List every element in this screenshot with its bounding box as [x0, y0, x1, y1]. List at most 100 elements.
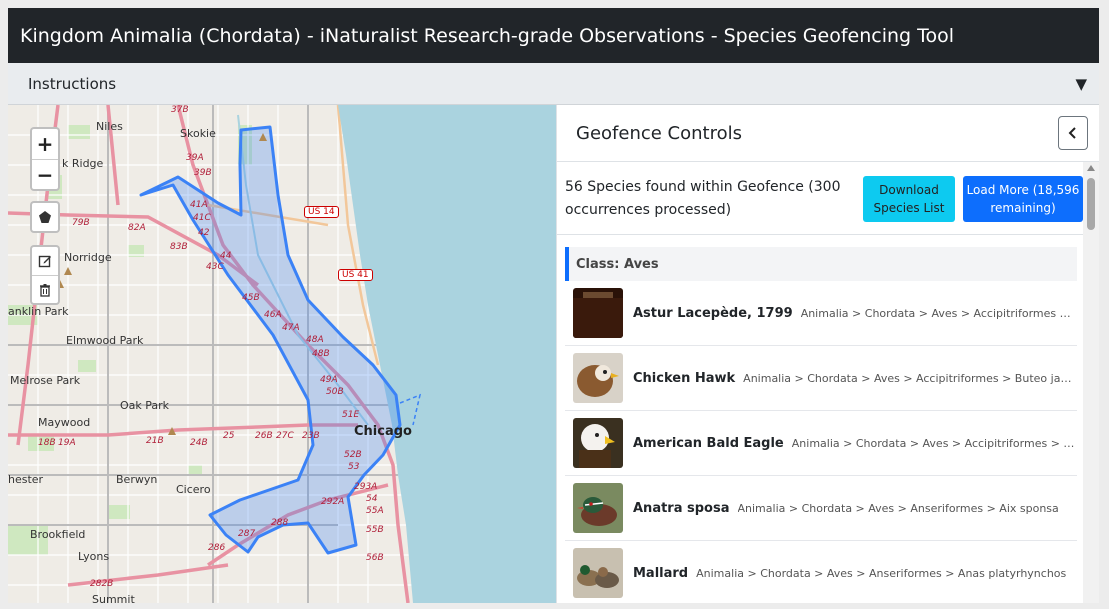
map-label-maywood: Maywood — [38, 416, 91, 429]
species-taxonomy: Animalia > Chordata > Aves > Accipitrifo… — [800, 306, 1077, 320]
scroll-up-arrow-icon[interactable] — [1087, 165, 1095, 171]
shield-us41: US 41 — [338, 269, 373, 281]
map-label-ridge: k Ridge — [62, 157, 104, 170]
species-row[interactable]: Astur Lacepède, 1799 Animalia > Chordata… — [565, 281, 1077, 346]
species-thumbnail — [573, 353, 623, 403]
exit-label: 48B — [312, 349, 330, 359]
page-title: Kingdom Animalia (Chordata) - iNaturalis… — [8, 8, 1099, 63]
exit-label: 83B — [170, 242, 188, 252]
map-label-skokie: Skokie — [180, 127, 216, 140]
exit-label: 50B — [326, 387, 344, 397]
panel-title: Geofence Controls — [576, 122, 742, 144]
edit-layers-button[interactable] — [32, 247, 58, 275]
species-name: Astur Lacepède, 1799 — [633, 305, 793, 321]
map-label-norridge: Norridge — [64, 251, 112, 264]
exit-label: 79B — [72, 218, 90, 228]
collapse-panel-button[interactable] — [1058, 116, 1088, 150]
zoom-control: + − — [30, 127, 60, 191]
exit-label: 82A — [128, 223, 146, 233]
exit-label: 39A — [186, 153, 204, 163]
map-label-brookfield: Brookfield — [30, 528, 86, 541]
draw-polygon-button[interactable] — [32, 203, 58, 231]
scrollbar-thumb[interactable] — [1087, 178, 1095, 230]
exit-label: 286 — [208, 543, 226, 553]
map-label-melrose-park: Melrose Park — [10, 374, 81, 387]
zoom-in-button[interactable]: + — [32, 129, 58, 159]
species-name: Mallard — [633, 565, 689, 581]
exit-label: 55A — [366, 506, 384, 516]
edit-toolbar — [30, 245, 60, 305]
map-label-berwyn: Berwyn — [116, 473, 158, 486]
download-species-list-button[interactable]: Download Species List — [863, 176, 955, 222]
map-label-oak-park: Oak Park — [120, 399, 170, 412]
species-taxonomy: Animalia > Chordata > Aves > Accipitrifo… — [743, 371, 1077, 385]
load-more-button[interactable]: Load More (18,596 remaining) — [963, 176, 1083, 222]
draw-toolbar — [30, 201, 60, 233]
map-label-hester: hester — [8, 473, 44, 486]
species-row[interactable]: Chicken Hawk Animalia > Chordata > Aves … — [565, 346, 1077, 411]
map-tiles — [8, 105, 556, 603]
exit-label: 44 — [220, 251, 232, 261]
exit-label: 18B — [38, 438, 56, 448]
exit-label: 23B — [302, 431, 320, 441]
chevron-left-icon — [1068, 127, 1076, 139]
species-name: Chicken Hawk — [633, 370, 736, 386]
delete-layers-button[interactable] — [32, 275, 58, 303]
species-count-text: 56 Species found within Geofence (300 oc… — [565, 179, 841, 218]
species-name: American Bald Eagle — [633, 435, 784, 451]
species-thumbnail — [573, 483, 623, 533]
exit-label: 52B — [344, 450, 362, 460]
exit-label: 46A — [264, 310, 282, 320]
exit-label: 53 — [348, 462, 360, 472]
species-row[interactable]: American Bald Eagle Animalia > Chordata … — [565, 411, 1077, 476]
species-taxonomy: Animalia > Chordata > Aves > Anseriforme… — [737, 501, 1059, 515]
species-taxonomy: Animalia > Chordata > Aves > Anseriforme… — [696, 566, 1067, 580]
edit-icon — [38, 255, 51, 268]
exit-label: 43C — [206, 262, 224, 272]
species-row[interactable]: Anatra sposa Animalia > Chordata > Aves … — [565, 476, 1077, 541]
map-label-lyons: Lyons — [78, 550, 110, 563]
exit-label: 48A — [306, 335, 324, 345]
exit-label: 287 — [238, 529, 256, 539]
trash-icon — [40, 283, 50, 297]
polygon-icon — [39, 211, 51, 223]
exit-label: 21B — [146, 436, 164, 446]
exit-label: 292A — [321, 497, 345, 507]
summary-bar: 56 Species found within Geofence (300 oc… — [557, 162, 1083, 235]
instructions-label: Instructions — [28, 74, 117, 93]
species-thumbnail — [573, 548, 623, 598]
map-label-niles: Niles — [96, 120, 123, 133]
exit-label: 47A — [282, 323, 300, 333]
exit-label: 51E — [342, 410, 360, 420]
map-view[interactable]: Niles Skokie k Ridge Norridge anklin Par… — [8, 105, 556, 603]
exit-label: 55B — [366, 525, 384, 535]
species-thumbnail — [573, 288, 623, 338]
map-label-franklin-park: anklin Park — [8, 305, 69, 318]
exit-label: 42 — [198, 228, 210, 238]
panel-scrollbar[interactable] — [1083, 162, 1099, 603]
exit-label: 41A — [190, 200, 208, 210]
instructions-toggle[interactable]: Instructions ▼ — [8, 63, 1099, 105]
app-window: Kingdom Animalia (Chordata) - iNaturalis… — [8, 8, 1099, 603]
map-label-summit: Summit — [92, 593, 135, 603]
exit-label: 56B — [366, 553, 384, 563]
chevron-down-icon: ▼ — [1075, 74, 1087, 93]
exit-label: 41C — [193, 213, 211, 223]
exit-label: 39B — [194, 168, 212, 178]
exit-label: 19A — [58, 438, 76, 448]
exit-label: 45B — [242, 293, 260, 303]
exit-label: 54 — [366, 494, 378, 504]
species-row[interactable]: Mallard Animalia > Chordata > Aves > Ans… — [565, 541, 1077, 603]
species-taxonomy: Animalia > Chordata > Aves > Accipitrifo… — [791, 436, 1077, 450]
geofence-panel: Geofence Controls 56 Species found withi… — [556, 105, 1099, 603]
exit-label: 293A — [354, 482, 378, 492]
map-label-cicero: Cicero — [176, 483, 211, 496]
exit-label: 27C — [276, 431, 294, 441]
class-heading: Class: Aves — [565, 247, 1077, 281]
species-name: Anatra sposa — [633, 500, 730, 516]
map-label-chicago: Chicago — [354, 424, 412, 439]
exit-label: 282B — [90, 579, 114, 589]
zoom-out-button[interactable]: − — [32, 159, 58, 189]
species-thumbnail — [573, 418, 623, 468]
exit-label: 26B — [255, 431, 273, 441]
